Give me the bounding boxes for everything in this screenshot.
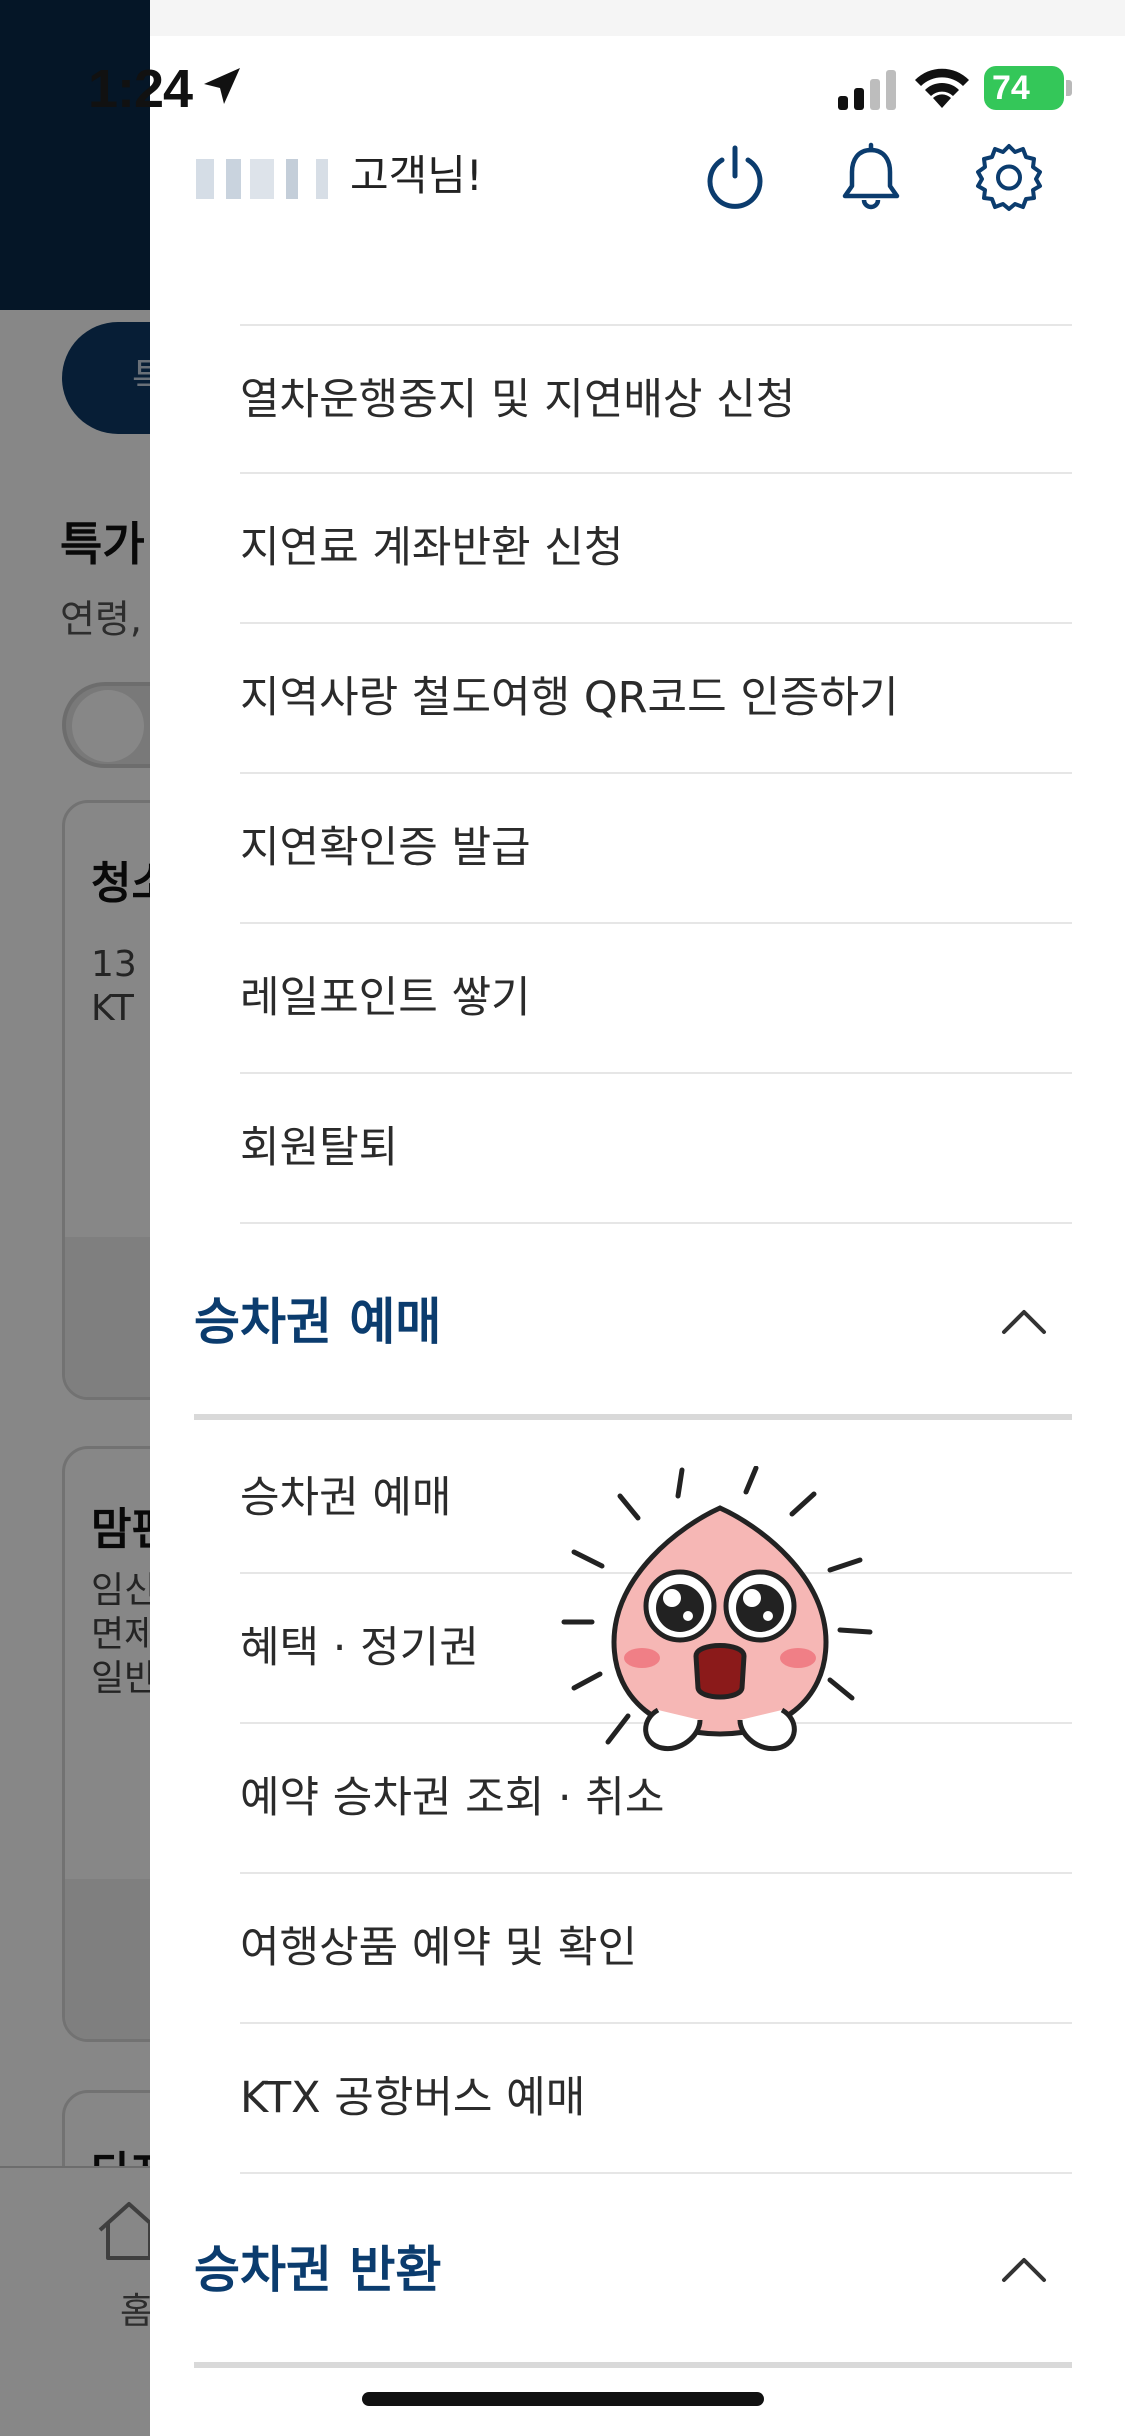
menu-item-label: 승차권 예매: [240, 1473, 452, 1523]
menu-item-local-travel-qr[interactable]: 지역사랑 철도여행 QR코드 인증하기: [240, 624, 1072, 774]
menu-item-label: 열차운행중지 및 지연배상 신청: [240, 375, 796, 425]
menu-item-label: 지역사랑 철도여행 QR코드 인증하기: [240, 673, 899, 723]
redacted-user-name: [196, 158, 346, 199]
section-title: 승차권 예매: [194, 1293, 442, 1351]
menu-item-rail-points[interactable]: 레일포인트 쌓기: [240, 924, 1072, 1074]
greeting-text: 고객님!: [350, 151, 483, 200]
drawer-top-strip: [150, 0, 1125, 36]
menu-item-label: 혜택 · 정기권: [240, 1623, 479, 1673]
menu-item-label: 지연확인증 발급: [240, 823, 531, 873]
menu-item-delay-certificate[interactable]: 지연확인증 발급: [240, 774, 1072, 924]
bell-icon[interactable]: [836, 142, 906, 212]
menu-item-label: 여행상품 예약 및 확인: [240, 1923, 638, 1973]
menu-item-delay-fee-refund[interactable]: 지연료 계좌반환 신청: [240, 474, 1072, 624]
home-indicator[interactable]: [362, 2392, 764, 2406]
section-ticket-refund[interactable]: 승차권 반환: [194, 2178, 1072, 2368]
menu-item-ktx-airport-bus[interactable]: KTX 공항버스 예매: [240, 2024, 1072, 2174]
menu-item-withdraw-membership[interactable]: 회원탈퇴: [240, 1074, 1072, 1224]
chevron-up-icon[interactable]: [1000, 2250, 1048, 2290]
user-greeting: 고객님!: [196, 146, 483, 206]
menu-item-label: KTX 공항버스 예매: [240, 2073, 586, 2123]
menu-item-label: 회원탈퇴: [240, 1123, 399, 1173]
section-ticket-reservation[interactable]: 승차권 예매: [194, 1230, 1072, 1420]
menu-item-delay-compensation[interactable]: 열차운행중지 및 지연배상 신청: [240, 324, 1072, 474]
power-icon[interactable]: [700, 142, 770, 212]
side-menu-drawer: 고객님! 열차운행중지 및 지연배상 신청 지연료 계좌반환 신청 지역사랑 철…: [150, 0, 1125, 2436]
menu-item-label: 레일포인트 쌓기: [240, 973, 531, 1023]
menu-item-travel-products[interactable]: 여행상품 예약 및 확인: [240, 1874, 1072, 2024]
settings-gear-icon[interactable]: [974, 142, 1044, 212]
peach-character-sticker: [561, 1466, 873, 1752]
section-title: 승차권 반환: [194, 2241, 442, 2299]
chevron-up-icon[interactable]: [1000, 1302, 1048, 1342]
menu-item-label: 지연료 계좌반환 신청: [240, 523, 624, 573]
